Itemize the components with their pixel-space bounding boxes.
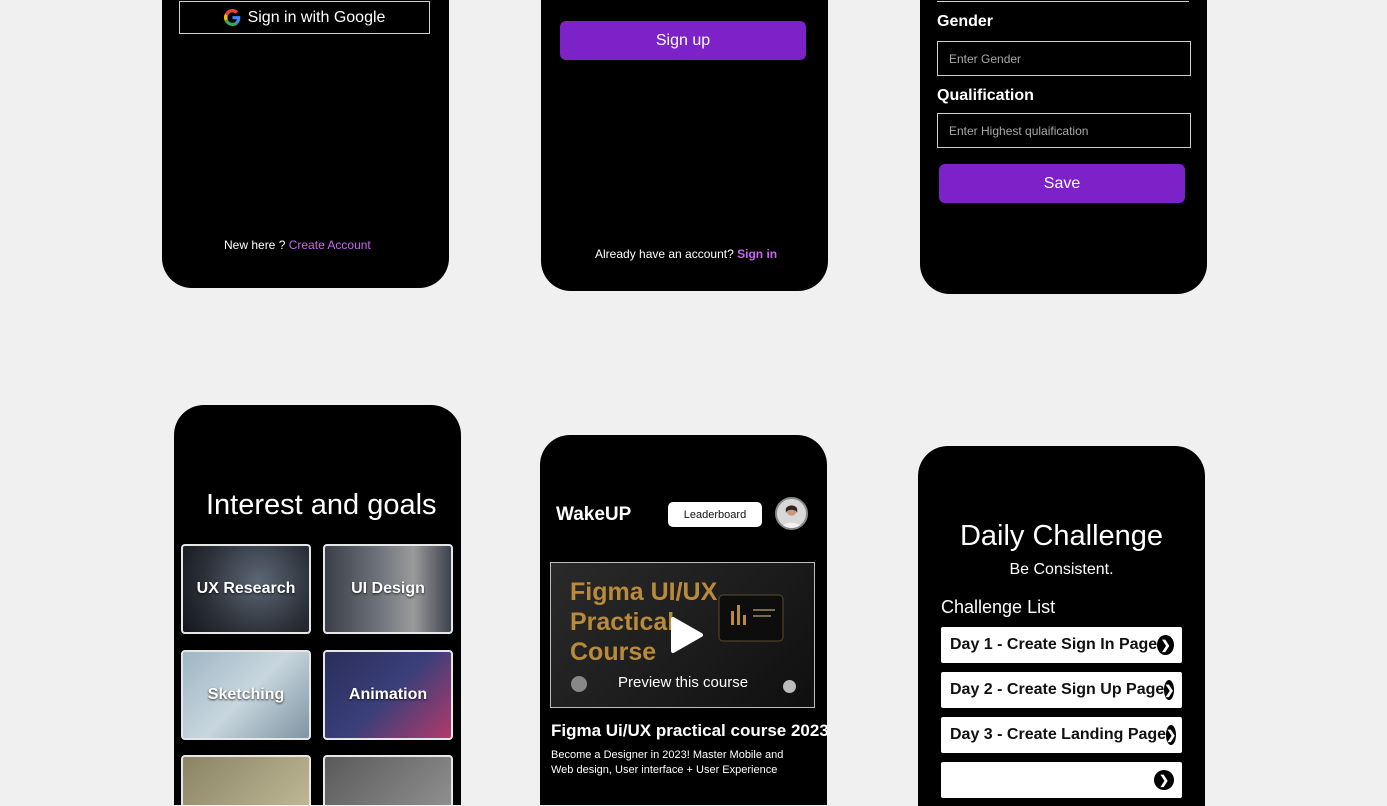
qualification-label: Qualification: [937, 87, 1034, 104]
device-mockup-icon: [718, 594, 784, 642]
challenge-item-day4[interactable]: ❯: [941, 762, 1182, 798]
chevron-right-icon: ❯: [1154, 770, 1174, 790]
interest-tile-ux-research[interactable]: UX Research: [181, 544, 311, 634]
instructor-avatar: [571, 676, 587, 692]
course-description: Become a Designer in 2023! Master Mobile…: [551, 749, 784, 776]
gender-input[interactable]: [937, 41, 1191, 76]
play-icon[interactable]: [669, 616, 705, 654]
tile-label: UI Design: [351, 580, 425, 597]
signin-link[interactable]: Sign in: [737, 247, 777, 261]
google-icon: [223, 9, 240, 26]
signup-button[interactable]: Sign up: [560, 21, 806, 60]
save-button[interactable]: Save: [939, 164, 1185, 203]
tile-label: Sketching: [207, 686, 285, 703]
leaderboard-button[interactable]: Leaderboard: [668, 502, 762, 527]
video-title-line3: Course: [570, 638, 657, 666]
app-brand: WakeUP: [556, 504, 632, 525]
challenge-item-label: Day 1 - Create Sign In Page: [950, 636, 1158, 653]
course-video-preview[interactable]: Figma UI/UX Practical Course Preview thi…: [550, 562, 815, 708]
challenge-item-label: Day 3 - Create Landing Page: [950, 726, 1167, 743]
signin-footer: New here ? Create Account: [224, 238, 371, 252]
tile-label: Animation: [348, 686, 428, 703]
course-title: Figma Ui/UX practical course 2023: [551, 721, 827, 740]
google-button-label: Sign in with Google: [247, 8, 386, 26]
profile-screen: Gender Qualification Save: [920, 0, 1207, 294]
course-screen: WakeUP Leaderboard Figma UI/UX Practical…: [540, 435, 827, 805]
interest-tile[interactable]: [181, 755, 311, 805]
challenge-list-label: Challenge List: [941, 597, 1056, 617]
input-bottom-border: [937, 1, 1189, 2]
gender-label: Gender: [937, 13, 994, 30]
signup-screen: Sign up Already have an account? Sign in: [541, 0, 828, 291]
interests-screen: Interest and goals UX Research UI Design…: [174, 405, 461, 805]
signin-screen: Sign in with Google New here ? Create Ac…: [162, 0, 449, 288]
challenge-item-day3[interactable]: Day 3 - Create Landing Page ❯: [941, 717, 1182, 753]
interest-tile[interactable]: [323, 755, 453, 805]
preview-label: Preview this course: [618, 674, 749, 691]
chevron-right-icon: ❯: [1157, 635, 1174, 655]
google-signin-button[interactable]: Sign in with Google: [179, 1, 430, 34]
challenge-subtitle: Be Consistent.: [1009, 561, 1114, 578]
daily-challenge-screen: Daily Challenge Be Consistent. Challenge…: [918, 446, 1205, 806]
already-account-text: Already have an account?: [595, 247, 734, 261]
avatar[interactable]: [775, 497, 808, 530]
interests-title: Interest and goals: [206, 489, 437, 521]
challenge-item-label: Day 2 - Create Sign Up Page: [950, 681, 1165, 698]
chevron-right-icon: ❯: [1166, 725, 1177, 745]
create-account-link[interactable]: Create Account: [289, 238, 371, 252]
tile-label: UX Research: [196, 580, 296, 597]
video-title-line2: Practical: [570, 608, 675, 636]
video-title-line1: Figma UI/UX: [570, 578, 718, 606]
badge-icon: [783, 680, 796, 693]
interest-tile-ui-design[interactable]: UI Design: [323, 544, 453, 634]
chevron-right-icon: ❯: [1164, 680, 1175, 700]
signup-footer: Already have an account? Sign in: [595, 247, 777, 261]
challenge-title: Daily Challenge: [959, 520, 1164, 552]
challenge-item-day1[interactable]: Day 1 - Create Sign In Page ❯: [941, 627, 1182, 663]
qualification-input[interactable]: [937, 113, 1191, 148]
new-here-text: New here ?: [224, 238, 286, 252]
interest-tile-animation[interactable]: Animation: [323, 650, 453, 740]
challenge-item-day2[interactable]: Day 2 - Create Sign Up Page ❯: [941, 672, 1182, 708]
interest-tile-sketching[interactable]: Sketching: [181, 650, 311, 740]
